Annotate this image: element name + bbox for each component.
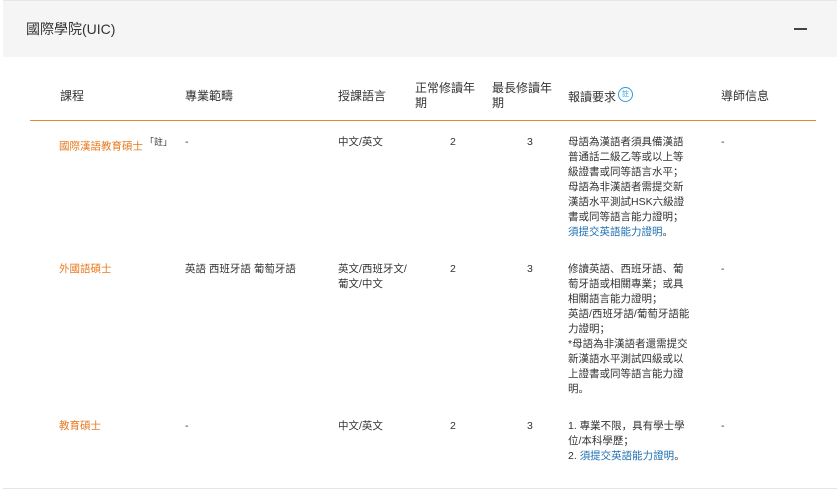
requirement-tail: 。 [674,450,685,462]
requirement-line: 上證書或同等語言能力證 [568,368,684,380]
course-link[interactable]: 教育碩士 [59,420,101,432]
requirement-line: 修讀英語、西班牙語、葡 [568,263,684,275]
table-row: 國際漢語教育碩士 「註」 - 中文/英文 2 3 母語為漢語者須具備漢語 普通話二… [30,121,816,263]
course-link[interactable]: 外國語碩士 [59,263,112,275]
col-header-normal-years-line2: 期 [415,96,428,110]
course-cell: 外國語碩士 [30,262,185,419]
tutor-cell: - [721,136,725,148]
collapse-icon[interactable] [794,28,807,30]
col-header-course: 課程 [30,72,185,121]
language-line: 葡文/中文 [338,278,383,290]
col-header-scope: 專業範疇 [185,72,338,121]
col-header-normal-years-line1: 正常修讀年 [415,81,476,95]
scope-cell: - [185,136,189,148]
tutor-cell: - [721,420,725,432]
requirement-line: *母語為非漢語者還需提交 [568,338,688,350]
requirement-line: 明。 [568,383,589,395]
language-cell: 英文/西班牙文/ 葡文/中文 [338,262,415,419]
col-header-max-years-line2: 期 [492,96,505,110]
table-row: 教育碩士 - 中文/英文 2 3 1. 專業不限，具有學士學 位/本科學歷； 2… [30,419,816,464]
requirement-line: 英語/西班牙語/葡萄牙語能 [568,308,690,320]
requirement-line: 書或同等語言能力證明； [568,211,684,223]
requirement-line: 母語為非漢語者需提交新 [568,181,684,193]
requirement-line: 新漢語水平測試四級或以 [568,353,684,365]
max-years-cell: 3 [527,263,533,275]
language-cell: 中文/英文 [338,420,383,432]
requirement-line: 級證書或同等語言水平； [568,166,684,178]
requirement-line-link: 須提交英語能力證明。 [568,225,721,240]
normal-years-cell: 2 [450,263,456,275]
table-header-row: 課程 專業範疇 授課語言 正常修讀年 期 最長修讀年 期 報讀要求註 導師信息 [30,72,816,121]
col-header-requirements: 報讀要求註 [568,72,721,121]
col-header-language: 授課語言 [338,72,415,121]
note-info-icon[interactable]: 註 [618,87,634,102]
scope-cell: 英語 西班牙語 葡萄牙語 [185,263,296,275]
col-header-normal-years: 正常修讀年 期 [415,72,492,121]
language-line: 英文/西班牙文/ [338,263,407,275]
panel-header[interactable]: 國際學院(UIC) [3,0,837,57]
table-row: 外國語碩士 英語 西班牙語 葡萄牙語 英文/西班牙文/ 葡文/中文 2 3 修讀… [30,262,816,419]
english-proof-link[interactable]: 須提交英語能力證明 [580,450,675,462]
col-header-requirements-label: 報讀要求 [568,90,617,104]
language-cell: 中文/英文 [338,136,383,148]
normal-years-cell: 2 [450,136,456,148]
tutor-cell: - [721,263,725,275]
english-proof-link[interactable]: 須提交英語能力證明 [568,226,663,238]
course-link[interactable]: 國際漢語教育碩士 [59,141,143,153]
panel-title: 國際學院(UIC) [26,21,116,37]
requirement-line: 漢語水平測試HSK六級證 [568,196,685,208]
course-cell: 國際漢語教育碩士 「註」 [30,121,185,263]
requirement-line: 1. 專業不限，具有學士學 [568,420,685,432]
normal-years-cell: 2 [450,420,456,432]
requirements-cell: 修讀英語、西班牙語、葡 萄牙語或相關專業；或具 相關語言能力證明； 英語/西班牙… [568,262,721,419]
requirement-prefix: 2. [568,450,580,462]
scope-cell: - [185,420,189,432]
requirement-line: 普通話二級乙等或以上等 [568,151,684,163]
requirements-cell: 母語為漢語者須具備漢語 普通話二級乙等或以上等 級證書或同等語言水平； 母語為非… [568,121,721,263]
requirement-line: 萄牙語或相關專業；或具 [568,278,684,290]
course-table: 課程 專業範疇 授課語言 正常修讀年 期 最長修讀年 期 報讀要求註 導師信息 [30,72,816,464]
col-header-tutor: 導師信息 [721,72,816,121]
col-header-max-years-line1: 最長修讀年 [492,81,553,95]
course-cell: 教育碩士 [30,419,185,464]
requirements-cell: 1. 專業不限，具有學士學 位/本科學歷； 2. 須提交英語能力證明。 [568,419,721,464]
bottom-divider [3,488,837,489]
max-years-cell: 3 [527,136,533,148]
requirement-line-link: 2. 須提交英語能力證明。 [568,449,721,464]
college-panel: 國際學院(UIC) 課程 專業範疇 授課語言 正常修讀年 期 最長修讀年 期 報… [3,0,837,489]
requirement-tail: 。 [662,226,674,238]
col-header-max-years: 最長修讀年 期 [492,72,568,121]
requirement-line: 力證明； [568,323,610,335]
requirement-line: 相關語言能力證明； [568,293,663,305]
course-note: 「註」 [145,137,173,147]
requirement-line: 母語為漢語者須具備漢語 [568,136,684,148]
requirement-line: 位/本科學歷； [568,435,634,447]
max-years-cell: 3 [527,420,533,432]
